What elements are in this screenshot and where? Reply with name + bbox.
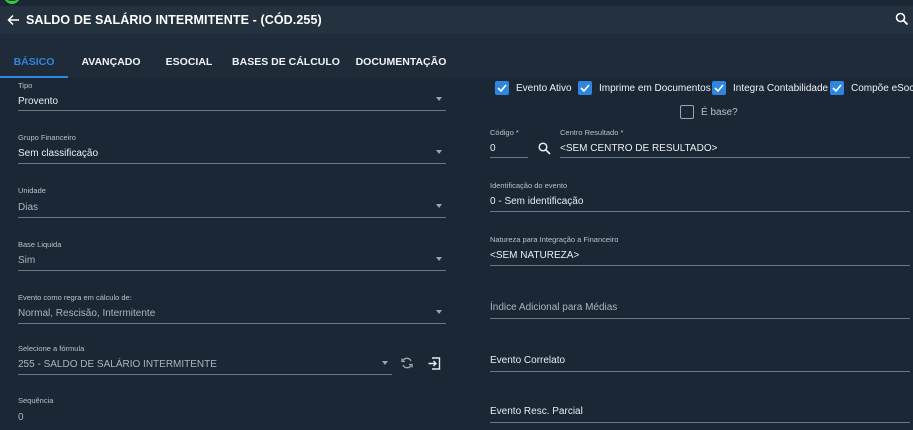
chevron-down-icon <box>436 257 442 261</box>
grupo-financeiro-value: Sem classificação <box>18 148 99 159</box>
evento-regra-label: Evento como regra em cálculo de: <box>18 293 132 302</box>
sequencia-label: Sequência <box>18 396 54 405</box>
grupo-financeiro-label: Grupo Financeiro <box>18 133 76 142</box>
identificacao-evento-label: Identificação do evento <box>490 181 568 190</box>
tab-documentacao[interactable]: DOCUMENTAÇÃO <box>348 34 454 78</box>
unidade-label: Unidade <box>18 186 46 195</box>
checkbox-compoe-esocial[interactable]: Compõe eSoc <box>830 81 913 95</box>
base-liquida-select[interactable]: Base Liquida Sim <box>18 240 446 272</box>
codigo-field[interactable]: Código * 0 <box>490 128 528 158</box>
tipo-select[interactable]: Tipo Provento <box>18 81 446 111</box>
evento-correlato-value: Evento Correlato <box>490 355 566 366</box>
search-icon[interactable] <box>895 12 909 26</box>
tab-bar: BÁSICO AVANÇADO ESOCIAL BASES DE CÁLCULO… <box>0 34 913 78</box>
tab-esocial[interactable]: ESOCIAL <box>154 34 224 78</box>
base-liquida-value: Sim <box>18 255 36 266</box>
sequencia-field[interactable]: Sequência 0 <box>18 396 446 426</box>
open-formula-icon[interactable] <box>425 354 443 372</box>
formula-select[interactable]: Selecione a fórmula 255 - SALDO DE SALÁR… <box>18 344 392 376</box>
check-icon <box>578 81 592 95</box>
base-liquida-label: Base Liquida <box>18 240 62 249</box>
codigo-label: Código * <box>490 128 519 137</box>
check-icon <box>830 81 844 95</box>
evento-correlato-field[interactable]: Evento Correlato <box>490 354 910 372</box>
page-title: SALDO DE SALÁRIO INTERMITENTE - (CÓD.255… <box>26 13 322 27</box>
check-icon <box>495 81 509 95</box>
unidade-select[interactable]: Unidade Dias <box>18 186 446 218</box>
evento-regra-value: Normal, Rescisão, Intermitente <box>18 308 156 319</box>
centro-resultado-value: <SEM CENTRO DE RESULTADO> <box>560 143 718 154</box>
natureza-value: <SEM NATUREZA> <box>490 250 580 261</box>
checkbox-imprime-documentos[interactable]: Imprime em Documentos <box>578 81 711 95</box>
formula-value: 255 - SALDO DE SALÁRIO INTERMITENTE <box>18 359 217 370</box>
tipo-label: Tipo <box>18 81 33 90</box>
identificacao-evento-value: 0 - Sem identificação <box>490 196 584 207</box>
app-header: SALDO DE SALÁRIO INTERMITENTE - (CÓD.255… <box>0 6 913 34</box>
centro-resultado-label: Centro Resultado * <box>560 128 624 137</box>
natureza-label: Natureza para Integração a Financeiro <box>490 235 619 244</box>
sequencia-value: 0 <box>18 412 24 423</box>
tipo-value: Provento <box>18 96 59 107</box>
refresh-icon[interactable] <box>398 355 416 371</box>
indice-adicional-placeholder: Índice Adicional para Médias <box>490 302 618 313</box>
chevron-down-icon <box>436 310 442 314</box>
codigo-value: 0 <box>490 143 496 154</box>
evento-regra-select[interactable]: Evento como regra em cálculo de: Normal,… <box>18 293 446 325</box>
evento-resc-parcial-value: Evento Resc. Parcial <box>490 406 583 417</box>
tab-avancado[interactable]: AVANÇADO <box>68 34 154 78</box>
chevron-down-icon <box>382 361 388 365</box>
checkbox-evento-ativo[interactable]: Evento Ativo <box>495 81 572 95</box>
centro-resultado-field[interactable]: Centro Resultado * <SEM CENTRO DE RESULT… <box>560 128 910 158</box>
check-icon <box>712 81 726 95</box>
identificacao-evento-field[interactable]: Identificação do evento 0 - Sem identifi… <box>490 181 910 213</box>
search-icon[interactable] <box>536 140 552 156</box>
back-arrow-icon[interactable] <box>5 12 21 28</box>
grupo-financeiro-select[interactable]: Grupo Financeiro Sem classificação <box>18 133 446 165</box>
tab-bases-de-calculo[interactable]: BASES DE CÁLCULO <box>224 34 348 78</box>
formula-label: Selecione a fórmula <box>18 344 85 353</box>
natureza-field[interactable]: Natureza para Integração a Financeiro <S… <box>490 235 910 267</box>
tab-basico[interactable]: BÁSICO <box>0 34 68 78</box>
chevron-down-icon <box>436 97 442 101</box>
indice-adicional-field[interactable]: Índice Adicional para Médias <box>490 301 910 319</box>
chevron-down-icon <box>436 204 442 208</box>
checkbox-e-base[interactable]: É base? <box>680 105 738 119</box>
checkbox-integra-contabilidade[interactable]: Integra Contabilidade <box>712 81 828 95</box>
chevron-down-icon <box>436 150 442 154</box>
evento-resc-parcial-field[interactable]: Evento Resc. Parcial <box>490 405 910 423</box>
unidade-value: Dias <box>18 202 39 213</box>
